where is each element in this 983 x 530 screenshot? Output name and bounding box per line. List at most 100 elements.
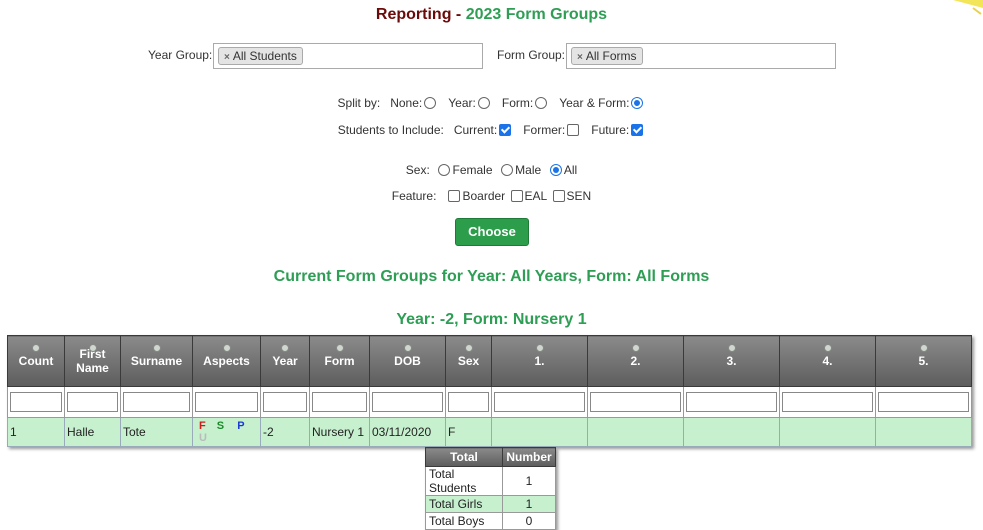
totals-label: Total Students [425, 466, 503, 496]
column-header-label: DOB [394, 354, 421, 368]
include-former-checkbox[interactable] [567, 123, 580, 136]
totals-value: 1 [502, 495, 556, 513]
totals-row: Total Students 1 [425, 466, 556, 496]
column-header-label: 2. [630, 354, 641, 368]
sex-female-label: Female [452, 162, 493, 177]
split-year-label: Year: [448, 95, 476, 110]
feature-sen-label: SEN [566, 188, 592, 203]
sex-label: Sex: [405, 162, 430, 177]
column-header-label: Form [324, 354, 355, 368]
form-group-tag-label: All Forms [585, 49, 637, 63]
feature-row: Feature: Boarder EAL SEN [0, 188, 983, 203]
aspects-cell: F S P U [192, 417, 261, 447]
totals-header-row: Total Number [425, 447, 556, 467]
split-by-label: Split by: [337, 95, 381, 110]
page-title: Reporting - 2023 Form Groups [0, 6, 983, 24]
sort-icon [222, 344, 231, 352]
feature-sen-checkbox[interactable] [552, 189, 565, 202]
column-filter-input[interactable] [590, 392, 681, 412]
feature-eal-checkbox[interactable] [510, 189, 523, 202]
column-header-label: Surname [130, 354, 183, 368]
remove-tag-icon[interactable]: × [577, 52, 583, 63]
sex-female-radio[interactable] [438, 163, 451, 176]
totals-label: Total Girls [425, 495, 503, 513]
column-2-cell [587, 417, 684, 447]
column-header[interactable]: 1. [491, 335, 588, 387]
column-header[interactable]: 5. [875, 335, 972, 387]
aspect-f[interactable]: F [199, 420, 206, 432]
form-group-tag[interactable]: × All Forms [571, 47, 643, 65]
column-filter-input[interactable] [195, 392, 258, 412]
column-header[interactable]: First Name [64, 335, 121, 387]
form-group-select[interactable]: × All Forms [566, 43, 836, 69]
dob-cell: 03/11/2020 [369, 417, 446, 447]
column-header-label: Year [272, 354, 298, 368]
split-form-radio[interactable] [535, 96, 548, 109]
table-row[interactable]: 1 Halle Tote F S P U -2 Nursery 1 03/11/… [7, 417, 972, 447]
column-3-cell [683, 417, 780, 447]
include-future-checkbox[interactable] [631, 123, 644, 136]
filter-cell [491, 386, 588, 418]
sort-icon [823, 344, 832, 352]
column-filter-input[interactable] [782, 392, 873, 412]
column-filter-input[interactable] [67, 392, 118, 412]
split-form-label: Form: [501, 95, 534, 110]
aspects-group: F S P U [195, 420, 258, 444]
filter-cell [587, 386, 684, 418]
year-group-select[interactable]: × All Students [213, 43, 483, 69]
first-name-cell: Halle [64, 417, 121, 447]
split-year-radio[interactable] [477, 96, 490, 109]
split-none-radio[interactable] [424, 96, 437, 109]
remove-tag-icon[interactable]: × [224, 52, 230, 63]
totals-table: Total Number Total Students 1 Total Girl… [425, 447, 556, 530]
column-filter-input[interactable] [312, 392, 367, 412]
feature-boarder-checkbox[interactable] [448, 189, 461, 202]
column-filter-input[interactable] [494, 392, 585, 412]
aspect-s[interactable]: S [217, 420, 224, 432]
filter-cell [7, 386, 65, 418]
column-header-label: Sex [457, 354, 480, 368]
column-filter-input[interactable] [10, 392, 62, 412]
column-header[interactable]: Form [309, 335, 370, 387]
aspect-u[interactable]: U [199, 432, 207, 444]
column-header[interactable]: Year [260, 335, 310, 387]
totals-value: 1 [502, 466, 556, 496]
column-filter-input[interactable] [263, 392, 307, 412]
sort-icon [631, 344, 640, 352]
column-header[interactable]: Sex [445, 335, 492, 387]
sex-all-radio[interactable] [549, 163, 562, 176]
split-year-form-label: Year & Form: [559, 95, 630, 110]
sex-male-label: Male [515, 162, 542, 177]
column-header[interactable]: 2. [587, 335, 684, 387]
column-filter-input[interactable] [448, 392, 489, 412]
column-header[interactable]: 3. [683, 335, 780, 387]
filter-cell [309, 386, 370, 418]
column-header[interactable]: 4. [779, 335, 876, 387]
sex-male-radio[interactable] [501, 163, 514, 176]
column-header[interactable]: Aspects [192, 335, 261, 387]
choose-button[interactable]: Choose [455, 218, 529, 246]
sort-icon [281, 344, 289, 352]
sex-cell: F [445, 417, 492, 447]
year-group-tag[interactable]: × All Students [218, 47, 303, 65]
title-main: 2023 Form Groups [465, 6, 608, 23]
totals-header-number: Number [502, 447, 556, 467]
column-5-cell [875, 417, 972, 447]
sort-icon [919, 344, 928, 352]
split-year-form-radio[interactable] [631, 96, 644, 109]
feature-eal-label: EAL [524, 188, 548, 203]
include-current-checkbox[interactable] [499, 123, 512, 136]
column-header[interactable]: Count [7, 335, 65, 387]
sort-icon [403, 344, 412, 352]
column-filter-input[interactable] [372, 392, 443, 412]
aspect-p[interactable]: P [237, 420, 244, 432]
column-filter-input[interactable] [123, 392, 190, 412]
sort-icon [152, 344, 161, 352]
current-groups-heading: Current Form Groups for Year: All Years,… [273, 268, 710, 285]
column-filter-input[interactable] [878, 392, 969, 412]
surname-cell: Tote [120, 417, 193, 447]
column-header[interactable]: Surname [120, 335, 193, 387]
include-future-label: Future: [591, 122, 630, 137]
column-filter-input[interactable] [686, 392, 777, 412]
column-header[interactable]: DOB [369, 335, 446, 387]
